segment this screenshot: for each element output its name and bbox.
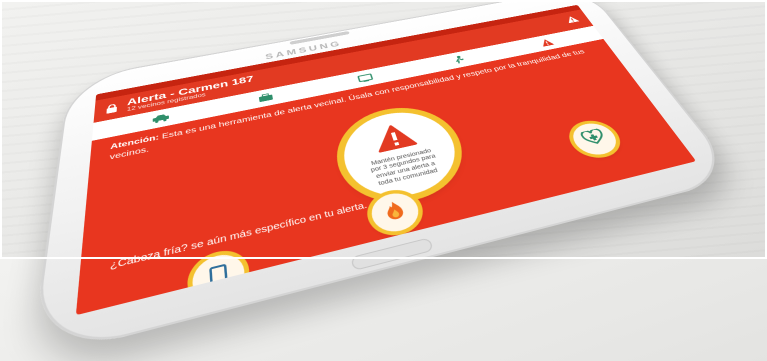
alert-icon[interactable] (564, 15, 581, 26)
tablet-icon (208, 263, 229, 291)
flame-icon (382, 198, 409, 226)
app-screen: Alerta - Carmen 187 12 vecinos registrad… (75, 4, 697, 316)
warning-icon[interactable] (536, 37, 558, 48)
smartphone: SAMSUNG Alerta - Carmen 187 12 vecinos r… (30, 0, 740, 361)
health-icon (579, 128, 610, 150)
panic-button[interactable]: Mantén presionado por 3 segundos para en… (335, 103, 470, 208)
tv-icon[interactable] (354, 72, 376, 84)
briefcase-icon[interactable] (255, 91, 277, 104)
other-alert-button[interactable] (191, 249, 247, 306)
lock-icon (104, 102, 119, 114)
car-icon[interactable] (149, 112, 171, 126)
person-icon[interactable] (448, 54, 470, 65)
fire-alert-button[interactable] (367, 189, 425, 237)
medical-alert-button[interactable] (566, 119, 624, 159)
